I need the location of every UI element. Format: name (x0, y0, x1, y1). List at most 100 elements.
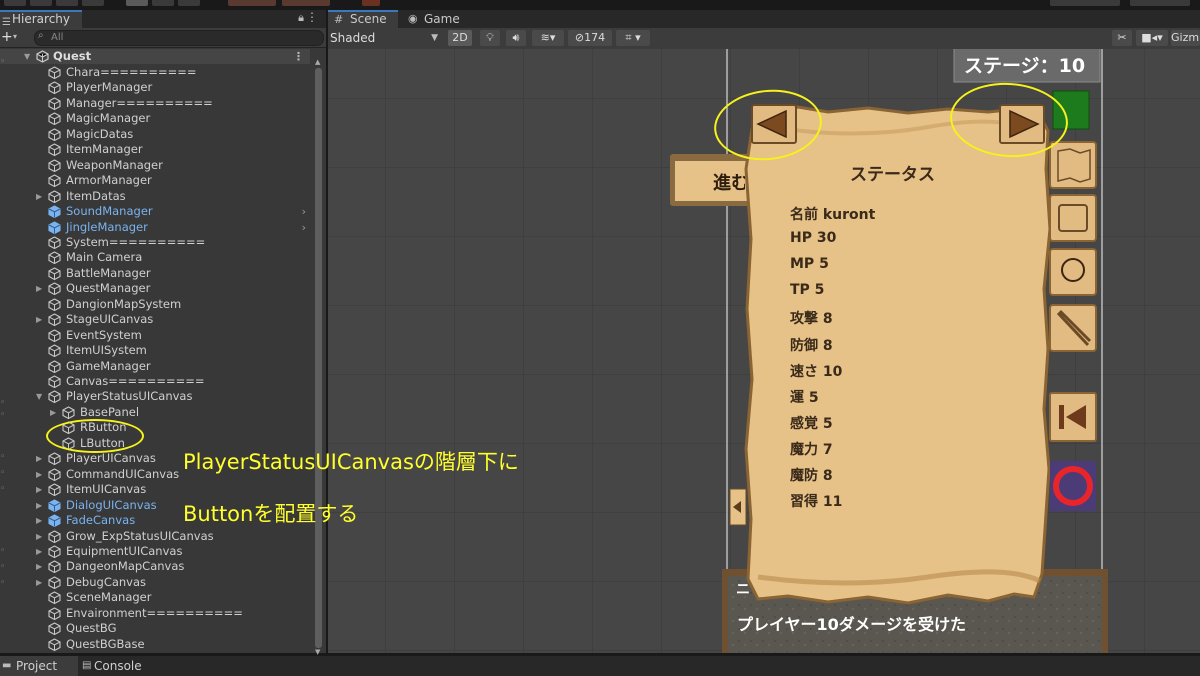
hierarchy-item[interactable]: PlayerManager (0, 80, 310, 95)
visibility-icon[interactable]: ◦ (0, 578, 8, 588)
hierarchy-item[interactable]: BattleManager (0, 266, 310, 281)
map-button[interactable] (1049, 141, 1097, 189)
toolbar-button[interactable] (152, 0, 174, 6)
expand-arrow-icon[interactable]: ▶ (36, 467, 42, 482)
toolbar-button[interactable] (82, 0, 104, 6)
gizmos-dropdown[interactable]: Gizm (1171, 30, 1200, 46)
expand-arrow-icon[interactable]: ▼ (36, 389, 42, 404)
camera-icon[interactable]: ■◂▾ (1136, 30, 1168, 46)
visibility-icon[interactable]: ◦ (0, 57, 8, 67)
inventory-button[interactable] (1049, 194, 1097, 242)
hierarchy-item[interactable]: JingleManager › (0, 220, 310, 235)
more-options-icon[interactable]: ⋮ (306, 10, 318, 24)
visibility-icon[interactable]: ◦ (0, 452, 8, 462)
hierarchy-item[interactable]: ▶ StageUICanvas (0, 312, 310, 327)
toolbar-button[interactable] (126, 0, 148, 6)
tab-scene[interactable]: # Scene (328, 10, 398, 28)
hierarchy-item[interactable]: Envaironment========== (0, 606, 310, 621)
toolbar-button[interactable] (282, 0, 330, 6)
hierarchy-item[interactable]: WeaponManager (0, 158, 310, 173)
scene-view[interactable]: ステージ：10 進む ステータス 名前 kuront HP 30 MP 5 TP 5 攻… (328, 49, 1200, 653)
stat-line: 名前 kuront (790, 207, 876, 223)
visibility-icon[interactable]: ◦ (0, 484, 8, 494)
toolbar-button[interactable] (4, 0, 26, 6)
hierarchy-item[interactable]: ▶ DangeonMapCanvas (0, 559, 310, 574)
hierarchy-item[interactable]: Canvas========== (0, 374, 310, 389)
hierarchy-item[interactable]: QuestBGBase (0, 637, 310, 652)
hierarchy-item[interactable]: ArmorManager (0, 173, 310, 188)
toolbar-button[interactable] (1050, 0, 1120, 6)
toolbar-button[interactable] (362, 0, 380, 6)
scroll-up-icon[interactable]: ▲ (315, 58, 320, 66)
expand-arrow-icon[interactable]: ▶ (50, 405, 56, 420)
hierarchy-item[interactable]: MagicManager (0, 111, 310, 126)
hierarchy-item[interactable]: ▶ QuestManager (0, 281, 310, 296)
hierarchy-item[interactable]: Manager========== (0, 96, 310, 111)
tools-icon[interactable]: ✂ (1112, 30, 1132, 46)
character-button[interactable] (1049, 248, 1097, 296)
lighting-icon[interactable]: 💡︎ (480, 30, 500, 46)
expand-arrow-icon[interactable]: ▶ (36, 281, 42, 296)
toolbar-button[interactable] (178, 0, 200, 6)
hierarchy-item[interactable]: ▶ BasePanel (0, 405, 310, 420)
hierarchy-item[interactable]: DangionMapSystem (0, 297, 310, 312)
grid-snap-icon[interactable]: ⌗ ▾ (616, 30, 650, 46)
visibility-icon[interactable]: ◦ (0, 546, 8, 556)
expand-arrow-icon[interactable]: ▶ (36, 544, 42, 559)
hierarchy-item[interactable]: System========== (0, 235, 310, 250)
hierarchy-item[interactable]: Main Camera (0, 250, 310, 265)
hierarchy-item[interactable]: ▶ ItemDatas (0, 189, 310, 204)
expand-arrow-icon[interactable]: ▶ (36, 451, 42, 466)
toolbar-button[interactable] (228, 0, 276, 6)
hierarchy-scrollbar[interactable]: ▲ ▼ (314, 58, 323, 656)
chevron-right-icon[interactable]: › (302, 204, 306, 219)
hierarchy-item[interactable]: ▶ ItemUICanvas (0, 482, 310, 497)
tab-console[interactable]: ▤ Console (78, 656, 158, 676)
expand-arrow-icon[interactable]: ▶ (36, 189, 42, 204)
scene-row[interactable]: ▼ Quest ⋮ (0, 49, 310, 64)
hierarchy-item[interactable]: SceneManager (0, 590, 310, 605)
audio-icon[interactable]: 🔊︎ (506, 30, 526, 46)
hierarchy-item[interactable]: ItemUISystem (0, 343, 310, 358)
expand-arrow-icon[interactable]: ▶ (36, 498, 42, 513)
expand-arrow-icon[interactable]: ▶ (36, 482, 42, 497)
hierarchy-item[interactable]: SoundManager › (0, 204, 310, 219)
expand-arrow-icon[interactable]: ▶ (36, 559, 42, 574)
visibility-icon[interactable]: ◦ (0, 410, 8, 420)
toolbar-button[interactable] (1130, 0, 1190, 6)
hierarchy-item[interactable]: ▼ PlayerStatusUICanvas (0, 389, 310, 404)
hierarchy-item[interactable]: ▶ EquipmentUICanvas (0, 544, 310, 559)
scrollbar-thumb[interactable] (315, 68, 322, 648)
chevron-down-icon[interactable]: ▾ (13, 32, 17, 41)
expand-arrow-icon[interactable]: ▶ (36, 513, 42, 528)
shading-dropdown[interactable]: Shaded ▼ (330, 30, 440, 46)
scene-menu-icon[interactable]: ⋮ (293, 49, 304, 64)
hierarchy-item[interactable]: ItemManager (0, 142, 310, 157)
tab-game[interactable]: ◉ Game (402, 10, 472, 28)
search-input[interactable]: ⌕ All (34, 30, 324, 46)
hierarchy-item[interactable]: ▶ DebugCanvas (0, 575, 310, 590)
tab-project[interactable]: ▬ Project (0, 656, 78, 676)
hierarchy-item[interactable]: EventSystem (0, 328, 310, 343)
toolbar-button[interactable] (30, 0, 52, 6)
expand-arrow-icon[interactable]: ▶ (36, 312, 42, 327)
visibility-icon[interactable]: ◦ (0, 468, 8, 478)
tab-hierarchy[interactable]: ☰ Hierarchy (0, 10, 82, 28)
toolbar-button[interactable] (56, 0, 78, 6)
expand-arrow-icon[interactable]: ▶ (36, 529, 42, 544)
lock-icon[interactable]: 🔒︎ (298, 11, 304, 25)
hierarchy-item[interactable]: ▶ Grow_ExpStatusUICanvas (0, 529, 310, 544)
add-icon[interactable]: + (1, 28, 13, 46)
expand-arrow-icon[interactable]: ▶ (36, 575, 42, 590)
hierarchy-item[interactable]: MagicDatas (0, 127, 310, 142)
hierarchy-item[interactable]: Chara========== (0, 65, 310, 80)
effects-icon[interactable]: ≋▾ (532, 30, 564, 46)
hidden-objects-toggle[interactable]: ⊘174 (568, 30, 612, 46)
2d-toggle-button[interactable]: 2D (448, 30, 472, 46)
visibility-icon[interactable]: ◦ (0, 398, 8, 408)
visibility-icon[interactable]: ◦ (0, 562, 8, 572)
expand-arrow-icon[interactable]: ▼ (24, 49, 30, 64)
chevron-right-icon[interactable]: › (302, 220, 306, 235)
hierarchy-item[interactable]: QuestBG (0, 621, 310, 636)
hierarchy-item[interactable]: GameManager (0, 359, 310, 374)
